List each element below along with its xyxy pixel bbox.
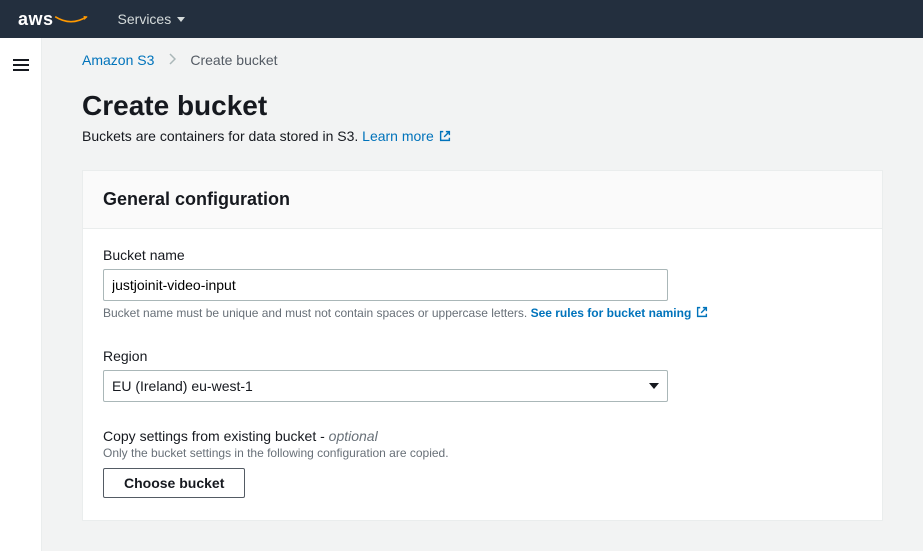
aws-smile-icon <box>54 15 88 25</box>
top-navbar: aws Services <box>0 0 923 38</box>
page-title: Create bucket <box>82 90 883 122</box>
services-label: Services <box>118 11 172 27</box>
panel-header: General configuration <box>83 171 882 229</box>
choose-bucket-button[interactable]: Choose bucket <box>103 468 245 498</box>
aws-logo-text: aws <box>18 9 54 30</box>
caret-down-icon <box>177 17 185 22</box>
page-description: Buckets are containers for data stored i… <box>82 128 883 146</box>
copy-settings-hint: Only the bucket settings in the followin… <box>103 446 862 460</box>
bucket-naming-rules-link[interactable]: See rules for bucket naming <box>531 306 710 320</box>
aws-logo[interactable]: aws <box>18 9 88 30</box>
region-group: Region EU (Ireland) eu-west-1 <box>103 348 862 402</box>
general-configuration-panel: General configuration Bucket name Bucket… <box>82 170 883 521</box>
external-link-icon <box>695 305 709 322</box>
panel-heading: General configuration <box>103 189 862 210</box>
region-select[interactable]: EU (Ireland) eu-west-1 <box>103 370 668 402</box>
breadcrumb-root-link[interactable]: Amazon S3 <box>82 52 154 68</box>
bucket-name-label: Bucket name <box>103 247 862 263</box>
chevron-right-icon <box>168 52 176 68</box>
hamburger-icon <box>13 56 29 74</box>
bucket-name-input[interactable] <box>103 269 668 301</box>
bucket-name-hint: Bucket name must be unique and must not … <box>103 305 862 322</box>
bucket-name-group: Bucket name Bucket name must be unique a… <box>103 247 862 322</box>
learn-more-link[interactable]: Learn more <box>362 128 452 144</box>
breadcrumb: Amazon S3 Create bucket <box>82 52 883 68</box>
caret-down-icon <box>649 383 659 389</box>
services-menu[interactable]: Services <box>118 11 186 27</box>
sidebar-toggle[interactable] <box>0 38 42 551</box>
main-content: Amazon S3 Create bucket Create bucket Bu… <box>42 38 923 551</box>
breadcrumb-current: Create bucket <box>190 52 277 68</box>
copy-settings-group: Copy settings from existing bucket - opt… <box>103 428 862 498</box>
copy-settings-title: Copy settings from existing bucket - opt… <box>103 428 862 444</box>
region-selected-value: EU (Ireland) eu-west-1 <box>112 378 253 394</box>
external-link-icon <box>438 129 452 146</box>
region-label: Region <box>103 348 862 364</box>
